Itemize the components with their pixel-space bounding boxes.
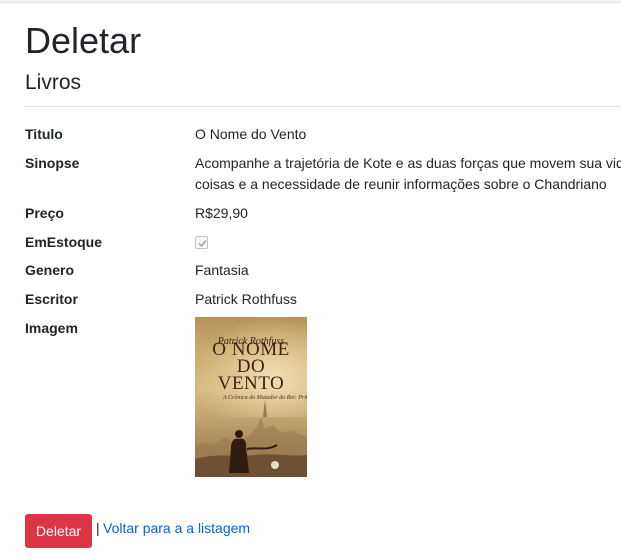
cover-top-text: · · · · · · · · · · · · · · · · · · — [199, 320, 303, 326]
detail-label: Imagem — [25, 320, 78, 336]
top-navbar-edge — [0, 0, 621, 3]
detail-label: Genero — [25, 262, 75, 278]
detail-row-imagem: Imagem · · · · · · · · · · · · · · · · ·… — [25, 317, 621, 477]
detail-value: O Nome do Vento — [195, 126, 307, 142]
detail-label: Sinopse — [25, 155, 80, 171]
detail-row-sinopse: Sinopse Acompanhe a trajetória de Kote e… — [25, 153, 621, 195]
back-to-list-link[interactable]: Voltar para a a listagem — [103, 520, 250, 536]
divider — [25, 106, 621, 107]
detail-value — [195, 232, 621, 255]
page-title: Deletar — [25, 20, 142, 61]
sinopse-line: coisas e a necessidade de reunir informa… — [195, 176, 607, 192]
detail-row-titulo: Titulo O Nome do Vento — [25, 124, 621, 145]
cover-illustration — [195, 399, 307, 477]
detail-row-emestoque: EmEstoque — [25, 232, 621, 255]
delete-button[interactable]: Deletar — [25, 514, 92, 548]
detail-value: Acompanhe a trajetória de Kote e as duas… — [195, 153, 621, 195]
detail-label: Titulo — [25, 126, 63, 142]
detail-value: Patrick Rothfuss — [195, 291, 297, 307]
actions-separator: | — [96, 520, 100, 536]
detail-label: Preço — [25, 205, 64, 221]
detail-value: Fantasia — [195, 262, 249, 278]
page-subtitle: Livros — [25, 71, 82, 94]
sinopse-line: Acompanhe a trajetória de Kote e as duas… — [195, 155, 621, 171]
detail-value: R$29,90 — [195, 205, 248, 221]
check-icon — [198, 240, 207, 248]
cover-title: O NOME DO VENTO — [212, 339, 290, 394]
detail-label: EmEstoque — [25, 234, 103, 250]
instock-checkbox-disabled — [195, 236, 208, 249]
detail-row-preco: Preço R$29,90 — [25, 203, 621, 224]
detail-row-escritor: Escritor Patrick Rothfuss — [25, 289, 621, 310]
detail-value: · · · · · · · · · · · · · · · · · · Patr… — [195, 317, 621, 477]
detail-label: Escritor — [25, 291, 78, 307]
book-cover-image: · · · · · · · · · · · · · · · · · · Patr… — [195, 317, 307, 477]
detail-row-genero: Genero Fantasia — [25, 260, 621, 281]
